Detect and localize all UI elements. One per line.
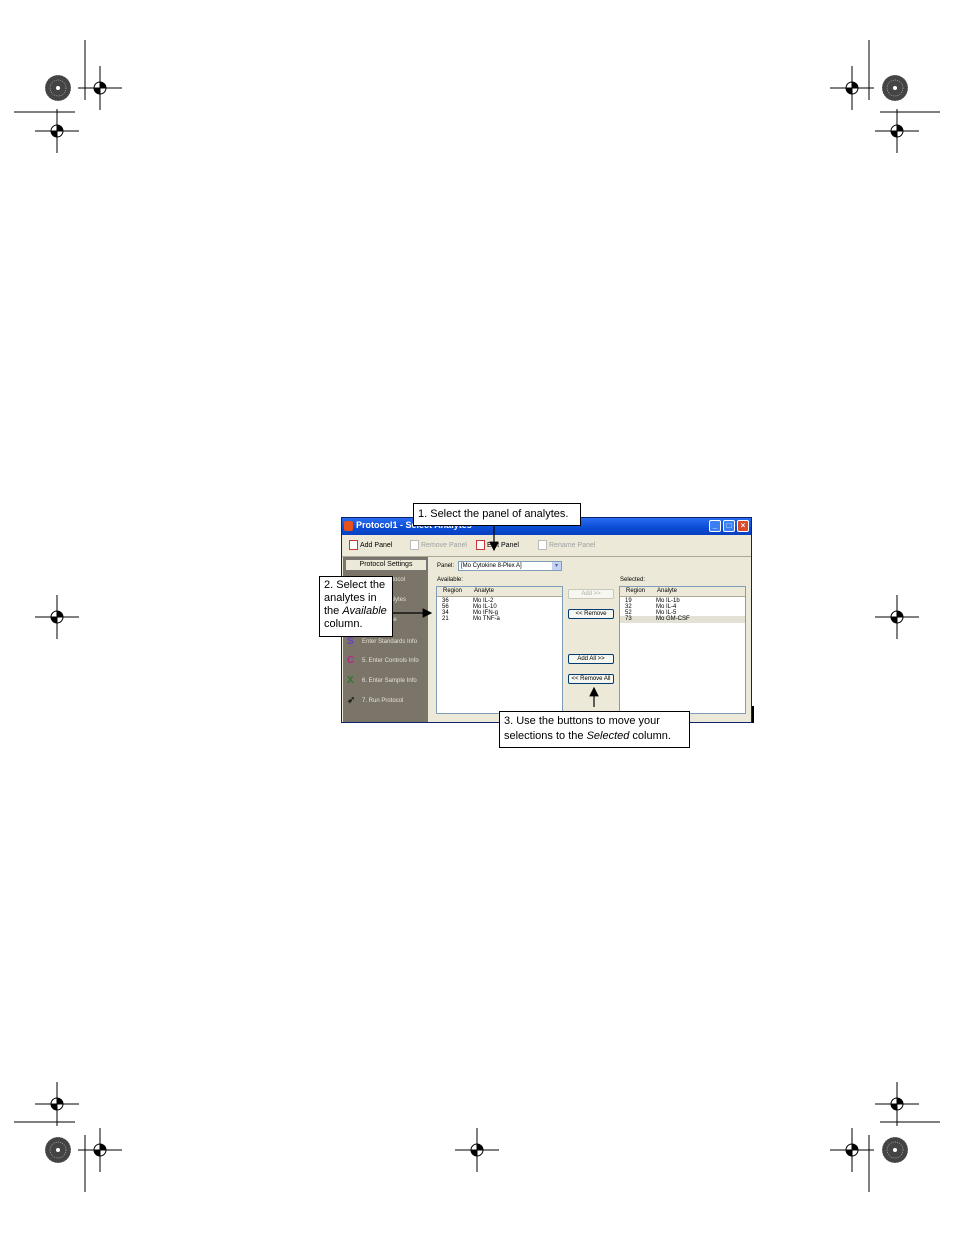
callout-arrows — [392, 526, 599, 707]
callout-use-buttons: 3. Use the buttons to move your selectio… — [499, 711, 690, 748]
callout-select-panel: 1. Select the panel of analytes. — [413, 503, 581, 526]
callout-select-analytes: 2. Select the analytes in the Available … — [319, 576, 393, 637]
